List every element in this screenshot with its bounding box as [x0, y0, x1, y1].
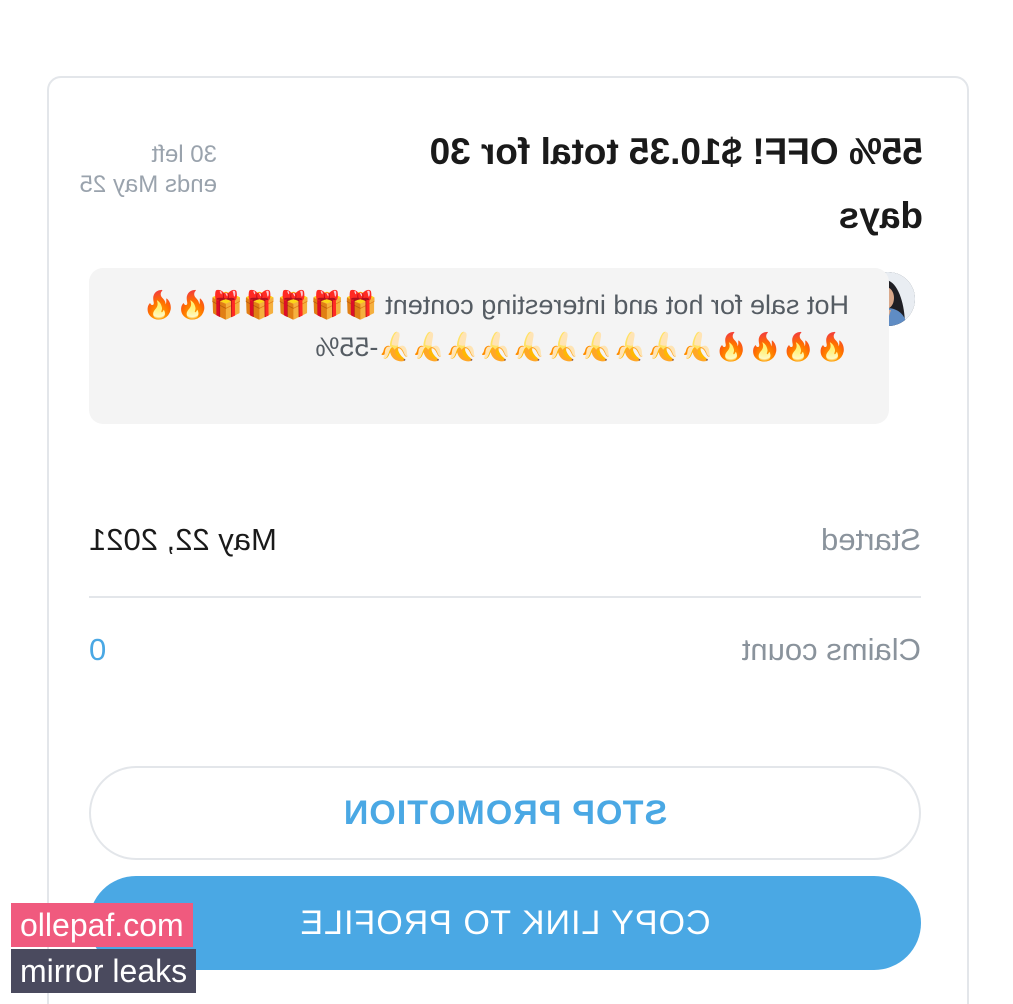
promotion-meta: 30 left ends May 25 — [77, 140, 217, 200]
claims-row: Claims count 0 — [89, 620, 921, 680]
watermark-tagline: mirror leaks — [11, 949, 197, 993]
page: 55% OFF! $10.35 total for 30 days 30 lef… — [0, 0, 1013, 1004]
stop-promotion-button[interactable]: STOP PROMOTION — [89, 766, 921, 860]
copy-link-button[interactable]: COPY LINK TO PROFILE — [89, 876, 921, 970]
promotion-card: 55% OFF! $10.35 total for 30 days 30 lef… — [47, 76, 969, 1004]
claims-value[interactable]: 0 — [89, 620, 106, 680]
end-date: ends May 25 — [79, 171, 217, 198]
started-label: Started — [821, 522, 921, 557]
started-row: Started May 22, 2021 — [89, 510, 921, 570]
mirrored-promotion-view: 55% OFF! $10.35 total for 30 days 30 lef… — [0, 0, 1013, 1004]
claims-label: Claims count — [741, 632, 921, 667]
remaining-count: 30 left — [151, 141, 217, 168]
watermark-site: ollepaf.com — [11, 903, 193, 947]
divider — [89, 596, 921, 598]
promotion-message: Hot sale for hot and interesting content… — [89, 268, 889, 424]
started-value: May 22, 2021 — [89, 522, 277, 557]
promotion-title: 55% OFF! $10.35 total for 30 days — [429, 131, 923, 236]
promotion-message-text: Hot sale for hot and interesting content… — [142, 290, 849, 362]
